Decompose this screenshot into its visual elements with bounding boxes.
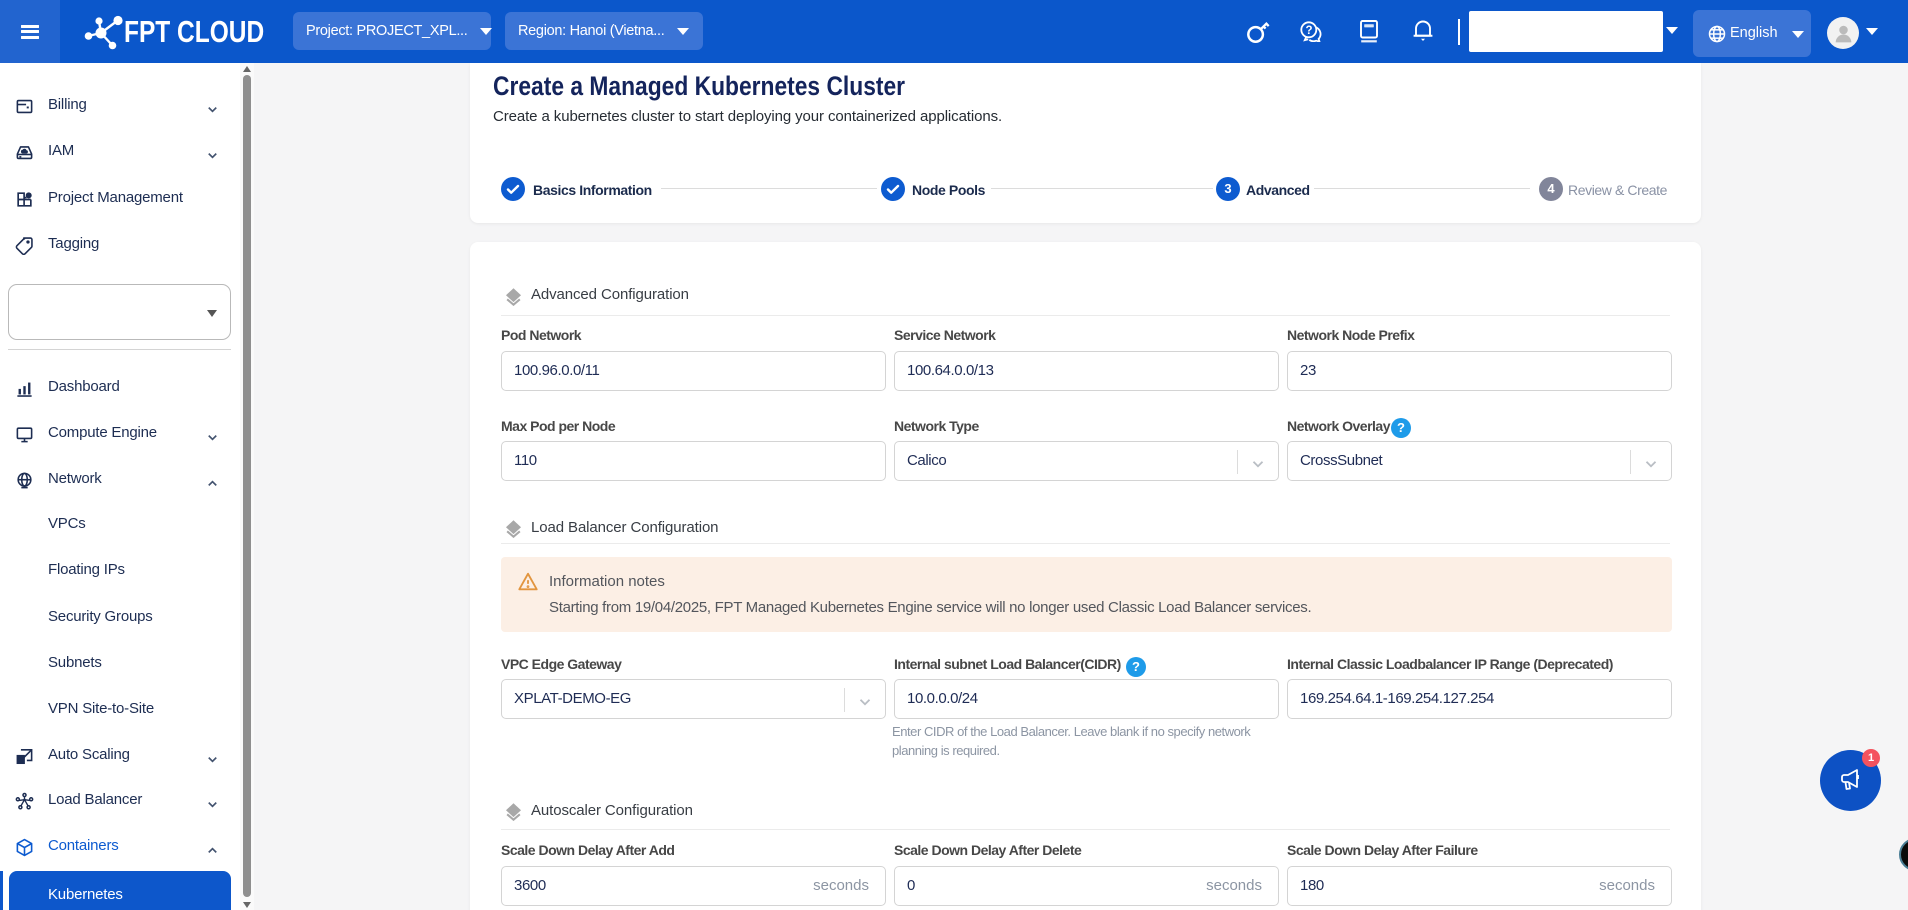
svg-text:?: ?	[1306, 25, 1313, 37]
